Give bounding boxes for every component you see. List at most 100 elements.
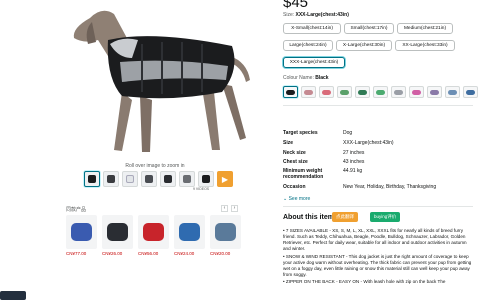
- price-whole: $45: [283, 0, 309, 11]
- prev-arrow-icon[interactable]: ‹: [221, 205, 228, 212]
- thumbnail-detail-4[interactable]: [198, 171, 214, 187]
- rec-image: [66, 215, 97, 249]
- spec-key: Occasion: [283, 184, 306, 190]
- thumbnail-image: [126, 175, 134, 183]
- see-more-link[interactable]: ⌄ See more: [283, 196, 310, 202]
- divider: [283, 105, 473, 106]
- spec-value: 43 inches: [343, 159, 365, 165]
- size-option-small[interactable]: Small(chest:17in): [344, 23, 394, 34]
- spec-row: Minimum weight recommendation 44.91 kg: [283, 168, 473, 180]
- rec-image: [174, 215, 205, 249]
- color-swatch[interactable]: [319, 86, 334, 98]
- rec-item[interactable]: CN¥24.00: [174, 215, 205, 256]
- color-swatch[interactable]: [445, 86, 460, 98]
- about-bullets: • 7 SIZES AVAILABLE - XS, S, M, L, XL, X…: [283, 228, 473, 287]
- spec-value: XXX-Large(chest:43in): [343, 140, 394, 146]
- color-swatch[interactable]: [391, 86, 406, 98]
- swatch-jacket-icon: [376, 90, 385, 95]
- rec-item[interactable]: CN¥77.00: [66, 215, 97, 256]
- spec-key: Size: [283, 140, 294, 146]
- color-swatch[interactable]: [337, 86, 352, 98]
- thumbnail-detail-3[interactable]: [179, 171, 195, 187]
- rec-product-shape: [143, 223, 164, 241]
- rec-image: [102, 215, 133, 249]
- size-label-prefix: Size:: [283, 12, 296, 18]
- zoom-hint: Roll over image to zoom in: [125, 163, 185, 169]
- color-label: Colour Name: Black: [283, 75, 329, 81]
- about-bullet: • SNOW & WIND RESISTANT - This dog jacke…: [283, 253, 472, 277]
- thumbnail-image: [183, 175, 191, 183]
- product-price: $4599: [283, 0, 315, 11]
- color-swatch[interactable]: [373, 86, 388, 98]
- dog-front-leg-2: [140, 96, 152, 152]
- thumbnail-strip: ▶: [84, 171, 233, 187]
- spec-value: 27 inches: [343, 150, 365, 156]
- dog-back-leg: [202, 88, 220, 150]
- spec-key: Neck size: [283, 150, 306, 156]
- size-option-medium[interactable]: Medium(chest:21in): [397, 23, 453, 34]
- rec-item[interactable]: CN¥26.00: [102, 215, 133, 256]
- swatch-jacket-icon: [322, 90, 331, 95]
- rec-price: CN¥20.00: [210, 251, 231, 256]
- dog-back-leg-2: [222, 84, 246, 140]
- rec-image: [138, 215, 169, 249]
- swatch-jacket-icon: [358, 90, 367, 95]
- swatch-jacket-icon: [394, 90, 403, 95]
- thumbnail-image: [145, 175, 153, 183]
- rec-price: CN¥77.00: [66, 251, 87, 256]
- spec-row: Size XXX-Large(chest:43in): [283, 140, 473, 146]
- size-option-x-small[interactable]: X-Small(chest:14in): [283, 23, 341, 34]
- translate-button[interactable]: 点此翻译: [332, 212, 358, 222]
- rec-image: [210, 215, 241, 249]
- thumbnail-image: [88, 175, 96, 183]
- chat-widget-button[interactable]: [0, 291, 26, 300]
- spec-key: Target species: [283, 130, 318, 136]
- color-swatch[interactable]: [463, 86, 478, 98]
- video-count: 9 VIDEOS: [193, 187, 210, 191]
- next-arrow-icon[interactable]: ›: [231, 205, 238, 212]
- about-bullet: • ZIPPER ON THE BACK - EASY ON - With le…: [283, 279, 446, 284]
- buying-review-button[interactable]: buying评价: [370, 212, 401, 222]
- spec-value: Dog: [343, 130, 353, 136]
- thumbnail-size-chart[interactable]: [122, 171, 138, 187]
- swatch-jacket-icon: [286, 90, 295, 95]
- rec-product-shape: [215, 223, 236, 241]
- swatch-jacket-icon: [430, 90, 439, 95]
- color-swatch[interactable]: [283, 86, 298, 98]
- recommendations-nav: ‹ ›: [221, 205, 238, 212]
- thumbnail-side-view[interactable]: [103, 171, 119, 187]
- spec-key: Chest size: [283, 159, 308, 165]
- size-selected-value: XXX-Large(chest:43in): [295, 12, 349, 18]
- thumbnail-front-view[interactable]: [84, 171, 100, 187]
- size-label: Size: XXX-Large(chest:43in): [283, 12, 349, 18]
- dog-front-leg: [114, 92, 132, 151]
- thumbnail-image: [202, 175, 210, 183]
- size-option-xxx-large[interactable]: XXX-Large(chest:43in): [283, 57, 345, 68]
- size-option-large[interactable]: Large(chest:24in): [283, 40, 333, 51]
- thumbnail-detail-1[interactable]: [141, 171, 157, 187]
- spec-row: Target species Dog: [283, 130, 473, 136]
- see-more-label: See more: [288, 196, 311, 202]
- spec-value: New Year, Holiday, Birthday, Thanksgivin…: [343, 184, 437, 190]
- rec-item[interactable]: CN¥20.00: [210, 215, 241, 256]
- rec-item[interactable]: CN¥56.00: [138, 215, 169, 256]
- color-swatch[interactable]: [355, 86, 370, 98]
- color-swatch[interactable]: [409, 86, 424, 98]
- video-thumbnail-play-icon[interactable]: ▶: [217, 171, 233, 187]
- thumbnail-detail-2[interactable]: [160, 171, 176, 187]
- swatch-jacket-icon: [340, 90, 349, 95]
- color-swatches: [283, 86, 478, 98]
- size-option-x-large[interactable]: X-Large(chest:30in): [336, 40, 392, 51]
- divider: [283, 206, 473, 207]
- color-swatch[interactable]: [427, 86, 442, 98]
- recommendations-title: 同款产品: [66, 207, 87, 213]
- spec-value: 44.91 kg: [343, 168, 363, 174]
- swatch-jacket-icon: [466, 90, 475, 95]
- swatch-jacket-icon: [448, 90, 457, 95]
- swatch-jacket-icon: [412, 90, 421, 95]
- about-title: About this item: [283, 214, 334, 221]
- color-swatch[interactable]: [301, 86, 316, 98]
- recommendations-list: CN¥77.00 CN¥26.00 CN¥56.00 CN¥24.00 CN¥2…: [66, 215, 241, 256]
- size-option-xx-large[interactable]: XX-Large(chest:33in): [395, 40, 455, 51]
- main-product-image[interactable]: [62, 0, 252, 162]
